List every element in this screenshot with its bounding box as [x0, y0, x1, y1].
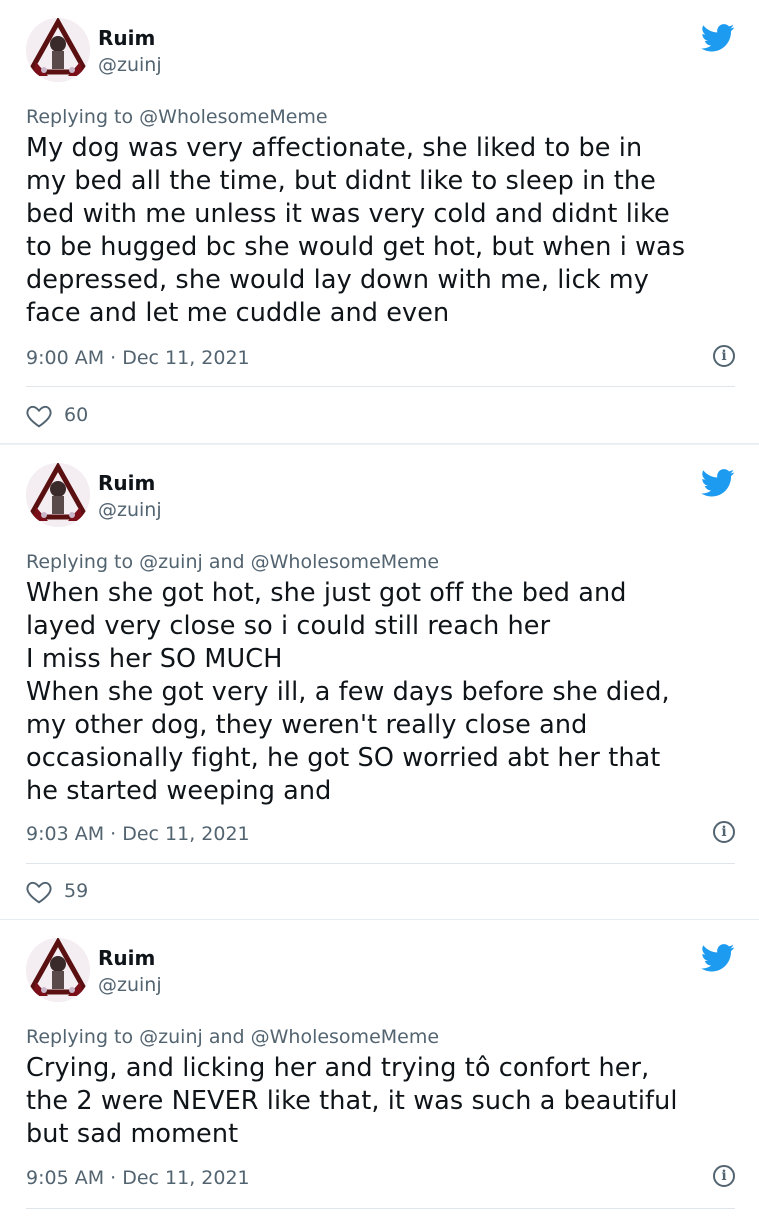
- replying-to: Replying to @zuinj and @WholesomeMeme: [26, 1022, 735, 1052]
- info-icon[interactable]: i: [713, 345, 735, 367]
- reply-mentions[interactable]: @zuinj and @WholesomeMeme: [139, 551, 439, 573]
- replying-to: Replying to @zuinj and @WholesomeMeme: [26, 547, 735, 577]
- like-count: 60: [64, 404, 89, 426]
- tweet-text: When she got hot, she just got off the b…: [26, 578, 670, 806]
- tweet-header: Ruim @zuinj: [26, 445, 735, 541]
- tweet-header: Ruim @zuinj: [26, 920, 735, 1016]
- display-name[interactable]: Ruim: [98, 946, 155, 970]
- info-icon[interactable]: i: [713, 821, 735, 843]
- avatar[interactable]: [26, 463, 90, 527]
- replying-to: Replying to @WholesomeMeme: [26, 102, 735, 132]
- divider: [26, 1208, 735, 1209]
- reply-mentions[interactable]: @zuinj and @WholesomeMeme: [139, 1026, 439, 1048]
- reply-mentions[interactable]: @WholesomeMeme: [139, 106, 327, 128]
- replying-prefix: Replying to: [26, 106, 134, 128]
- like-count: 59: [64, 880, 89, 902]
- replying-prefix: Replying to: [26, 551, 134, 573]
- like-row[interactable]: 59: [26, 876, 88, 906]
- display-name[interactable]: Ruim: [98, 471, 155, 495]
- tweet-text: My dog was very affectionate, she liked …: [26, 133, 686, 328]
- timestamp[interactable]: 9:05 AM · Dec 11, 2021: [26, 1167, 250, 1189]
- user-handle[interactable]: @zuinj: [98, 974, 162, 996]
- twitter-bird-icon[interactable]: [701, 469, 735, 497]
- tweet-card: Ruim @zuinj Replying to @zuinj and @Whol…: [0, 920, 759, 1217]
- heart-icon[interactable]: [26, 880, 52, 904]
- tweet-meta: 9:00 AM · Dec 11, 2021 i: [26, 343, 735, 373]
- like-row[interactable]: 60: [26, 400, 88, 430]
- avatar[interactable]: [26, 18, 90, 82]
- user-handle[interactable]: @zuinj: [98, 499, 162, 521]
- info-icon[interactable]: i: [713, 1165, 735, 1187]
- divider: [26, 863, 735, 864]
- timestamp[interactable]: 9:03 AM · Dec 11, 2021: [26, 823, 250, 845]
- heart-icon[interactable]: [26, 404, 52, 428]
- timestamp[interactable]: 9:00 AM · Dec 11, 2021: [26, 347, 250, 369]
- tweet-header: Ruim @zuinj: [26, 0, 735, 96]
- replying-prefix: Replying to: [26, 1026, 134, 1048]
- twitter-bird-icon[interactable]: [701, 24, 735, 52]
- twitter-bird-icon[interactable]: [701, 944, 735, 972]
- user-handle[interactable]: @zuinj: [98, 54, 162, 76]
- avatar[interactable]: [26, 938, 90, 1002]
- tweet-card: Ruim @zuinj Replying to @WholesomeMeme M…: [0, 0, 759, 444]
- tweet-meta: 9:05 AM · Dec 11, 2021 i: [26, 1163, 735, 1193]
- tweet-meta: 9:03 AM · Dec 11, 2021 i: [26, 819, 735, 849]
- divider: [26, 386, 735, 387]
- tweet-text: Crying, and licking her and trying tô co…: [26, 1053, 678, 1149]
- tweet-card: Ruim @zuinj Replying to @zuinj and @Whol…: [0, 444, 759, 920]
- display-name[interactable]: Ruim: [98, 26, 155, 50]
